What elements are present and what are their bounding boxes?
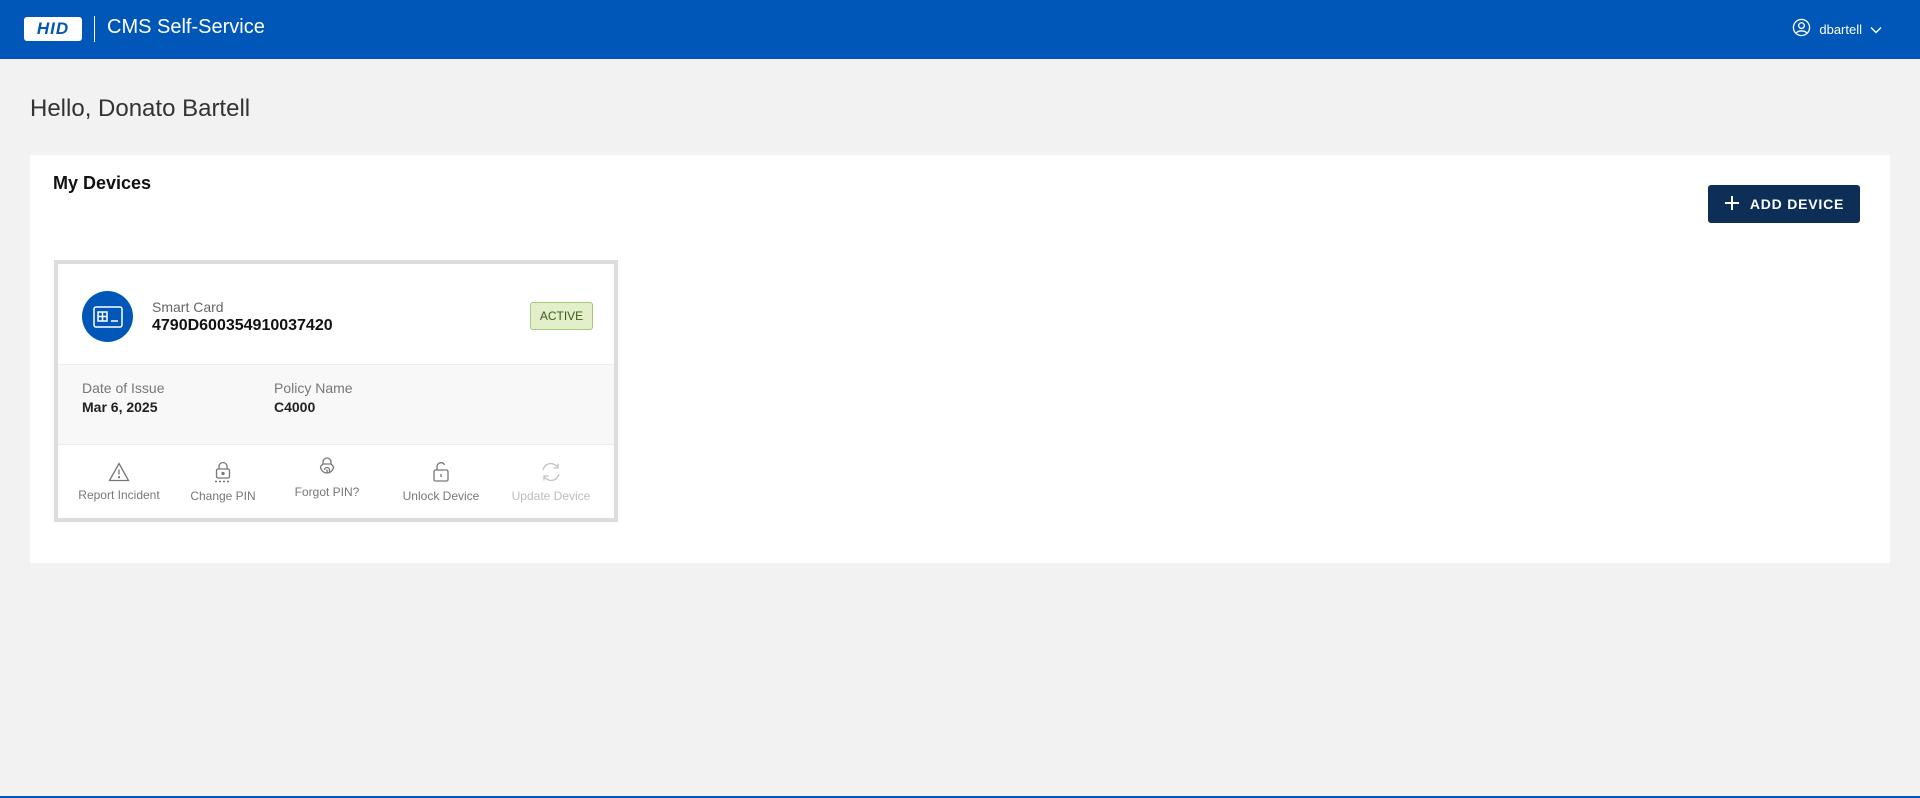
update-device-label: Update Device (511, 489, 591, 503)
date-of-issue-label: Date of Issue (82, 380, 165, 396)
user-menu[interactable]: dbartell (1792, 18, 1882, 40)
forgot-pin-action[interactable]: Forgot PIN? (282, 442, 372, 514)
policy-name-value: C4000 (274, 399, 316, 415)
device-details: Date of Issue Mar 6, 2025 Policy Name C4… (58, 365, 614, 445)
unlock-device-action[interactable]: Unlock Device (388, 446, 494, 518)
smart-card-icon (82, 291, 133, 342)
device-card[interactable]: Smart Card 4790D600354910037420 ACTIVE D… (54, 260, 618, 522)
report-incident-action[interactable]: Report Incident (70, 446, 168, 518)
device-serial: 4790D600354910037420 (152, 317, 333, 334)
unlock-icon (431, 461, 451, 486)
device-actions: Report Incident Change PIN Forgot PIN? U… (58, 446, 614, 518)
user-avatar-icon (1792, 18, 1811, 40)
add-device-button[interactable]: ADD DEVICE (1708, 185, 1860, 223)
device-type: Smart Card (152, 299, 224, 315)
change-pin-label: Change PIN (190, 489, 256, 503)
chevron-down-icon (1870, 22, 1882, 37)
device-card-header: Smart Card 4790D600354910037420 ACTIVE (58, 264, 614, 365)
header-divider (94, 16, 95, 42)
plus-icon (1724, 195, 1740, 214)
username: dbartell (1819, 21, 1862, 37)
hid-logo[interactable]: HID (24, 17, 82, 41)
warning-icon (108, 462, 130, 485)
status-badge: ACTIVE (530, 302, 593, 330)
top-navigation-bar: HID CMS Self-Service dbartell (0, 0, 1920, 59)
forgot-pin-label: Forgot PIN? (294, 485, 360, 499)
date-of-issue-value: Mar 6, 2025 (82, 399, 158, 415)
my-devices-panel: My Devices ADD DEVICE Smart Card 4790D60… (30, 155, 1890, 563)
greeting-heading: Hello, Donato Bartell (30, 95, 251, 122)
change-pin-action[interactable]: Change PIN (180, 446, 266, 518)
app-title: CMS Self-Service (107, 16, 265, 38)
refresh-icon (539, 461, 563, 486)
update-device-action[interactable]: Update Device (498, 446, 604, 518)
lock-fingerprint-icon (317, 457, 337, 482)
report-incident-label: Report Incident (78, 488, 160, 502)
lock-pin-icon (213, 461, 233, 486)
logo-text: HID (36, 19, 70, 38)
add-device-label: ADD DEVICE (1749, 196, 1845, 212)
panel-title: My Devices (53, 173, 152, 193)
unlock-device-label: Unlock Device (402, 489, 480, 503)
policy-name-label: Policy Name (274, 380, 353, 396)
